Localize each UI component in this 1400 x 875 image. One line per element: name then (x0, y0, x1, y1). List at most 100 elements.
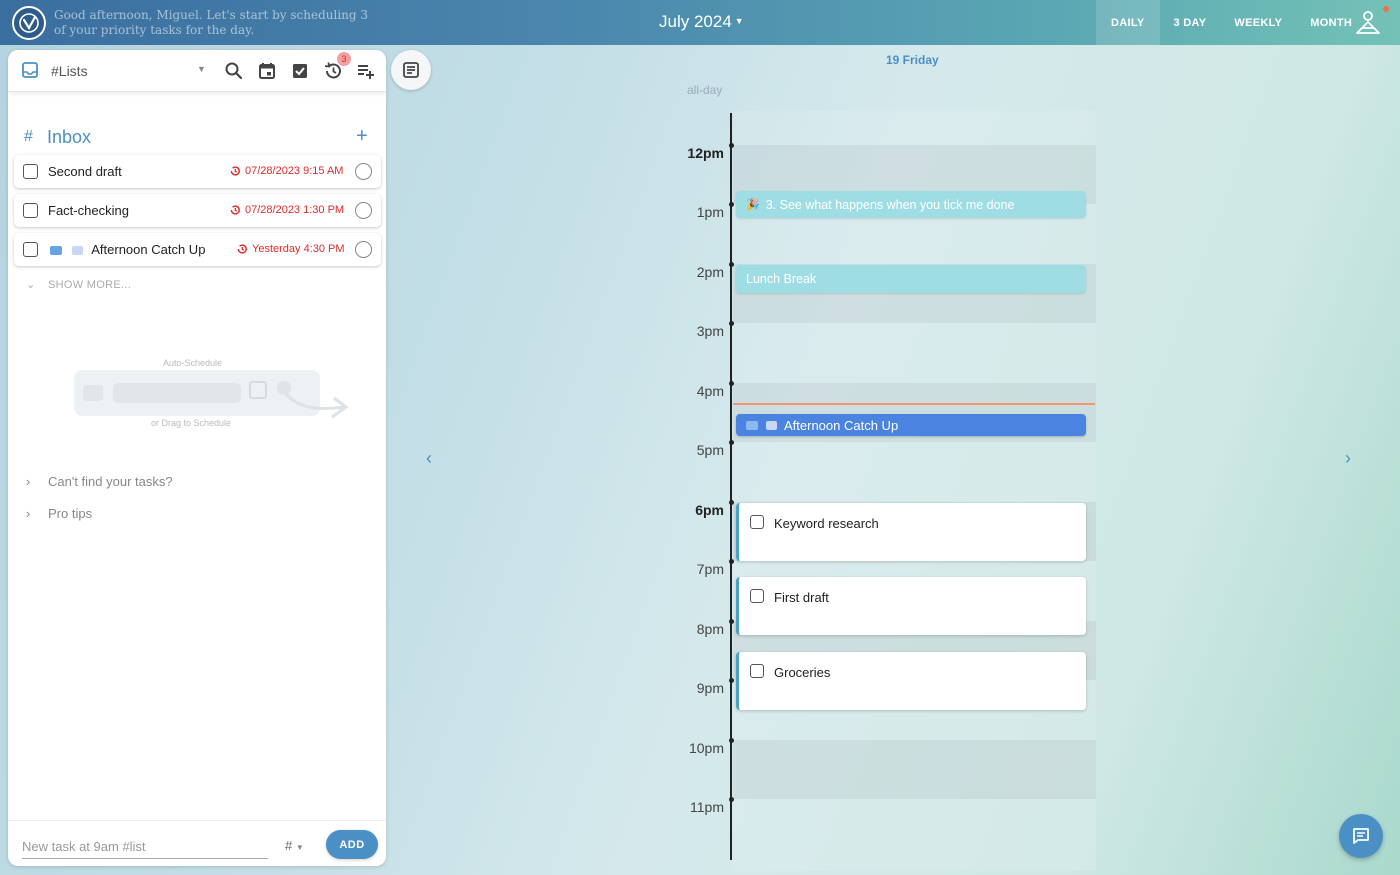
task-item[interactable]: Afternoon Catch Up Yesterday 4:30 PM (14, 233, 381, 266)
hour-label: 1pm (696, 204, 724, 220)
timeline-dot (729, 381, 734, 386)
previous-day-arrow[interactable]: ‹ (426, 448, 432, 469)
task-event[interactable]: First draft (736, 577, 1086, 635)
task-due-text: 07/28/2023 1:30 PM (245, 204, 345, 216)
hour-label: 5pm (696, 442, 724, 458)
chevron-down-icon[interactable] (355, 202, 372, 219)
task-item[interactable]: Fact-checking 07/28/2023 1:30 PM (14, 194, 381, 227)
event-title: 3. See what happens when you tick me don… (765, 197, 1015, 212)
task-item[interactable]: Second draft 07/28/2023 9:15 AM (14, 155, 381, 188)
chevron-down-icon[interactable] (355, 241, 372, 258)
help-label: Can't find your tasks? (48, 474, 173, 489)
chat-button[interactable] (1339, 814, 1383, 858)
profile-icon[interactable] (1354, 9, 1382, 37)
hour-label: 10pm (688, 740, 724, 756)
task-event-title: First draft (774, 590, 829, 605)
caret-down-icon: ▼ (295, 843, 304, 852)
party-emoji: 🎉 (746, 199, 760, 211)
hash-select-label: # (285, 838, 293, 853)
sidebar-toggle-button[interactable] (391, 50, 431, 90)
task-checkbox[interactable] (750, 515, 764, 529)
tab-daily[interactable]: DAILY (1096, 0, 1160, 45)
timeline-dot (729, 143, 734, 148)
timeline-dot (729, 321, 734, 326)
hour-label: 9pm (696, 680, 724, 696)
current-time-line (733, 403, 1095, 405)
chevron-down-icon[interactable] (355, 163, 372, 180)
show-more-link[interactable]: ⌄ SHOW MORE... (26, 278, 131, 291)
add-task-button[interactable]: + (356, 125, 368, 148)
search-icon[interactable] (224, 61, 244, 81)
timeline-dot (729, 738, 734, 743)
task-due: 07/28/2023 1:30 PM (229, 204, 344, 216)
month-title: July 2024 (659, 12, 732, 31)
task-event[interactable]: Keyword research (736, 503, 1086, 561)
task-title-row: Afternoon Catch Up (50, 242, 205, 257)
caret-down-icon[interactable]: ▼ (197, 64, 206, 74)
task-checkbox[interactable] (23, 164, 38, 179)
month-selector[interactable]: July 2024 ▼ (659, 12, 744, 32)
hour-label: 6pm (695, 502, 724, 518)
chevron-down-icon: ⌄ (26, 279, 36, 291)
help-cant-find-tasks[interactable]: › Can't find your tasks? (26, 474, 173, 489)
timeline-dot (729, 440, 734, 445)
checkbox-done-icon[interactable] (290, 61, 310, 81)
next-day-arrow[interactable]: › (1345, 448, 1351, 469)
add-button[interactable]: ADD (326, 830, 378, 859)
task-checkbox[interactable] (750, 589, 764, 603)
chevron-right-icon: › (26, 506, 31, 521)
hour-label: 12pm (687, 145, 724, 161)
event-title: Afternoon Catch Up (784, 417, 899, 433)
notification-dot (1383, 6, 1389, 12)
timeline-dot (729, 262, 734, 267)
new-task-input[interactable] (22, 835, 268, 859)
logo-icon (19, 13, 39, 33)
history-icon (230, 205, 240, 215)
inbox-icon[interactable] (22, 62, 38, 78)
task-checkbox[interactable] (23, 203, 38, 218)
task-checkbox[interactable] (750, 664, 764, 678)
help-pro-tips[interactable]: › Pro tips (26, 506, 92, 521)
calendar-icon[interactable] (257, 61, 277, 81)
tab-weekly[interactable]: WEEKLY (1220, 0, 1296, 45)
calendar-event[interactable]: Lunch Break (736, 265, 1086, 293)
task-due: Yesterday 4:30 PM (236, 243, 345, 255)
day-label[interactable]: 19 Friday (886, 53, 939, 67)
tab-3-day[interactable]: 3 DAY (1160, 0, 1221, 45)
list-selector[interactable]: #Lists (51, 63, 88, 79)
hour-label: 2pm (696, 264, 724, 280)
hour-label: 8pm (696, 621, 724, 637)
card-icon (50, 246, 62, 255)
hour-label: 11pm (690, 799, 724, 815)
task-event[interactable]: Groceries (736, 652, 1086, 710)
timeline-dot (729, 202, 734, 207)
chat-icon (1353, 828, 1369, 844)
chevron-right-icon: › (26, 474, 31, 489)
calendar-event[interactable]: 🎉 3. See what happens when you tick me d… (736, 191, 1086, 218)
show-more-label: SHOW MORE... (48, 279, 132, 291)
history-icon (237, 244, 247, 254)
app-logo[interactable] (12, 6, 46, 40)
calendar-event[interactable]: Afternoon Catch Up (736, 414, 1086, 436)
task-checkbox[interactable] (23, 242, 38, 257)
sidebar-toggle-icon (403, 62, 419, 78)
list-hash-select[interactable]: # ▼ (285, 838, 304, 853)
event-title: Lunch Break (746, 272, 817, 286)
help-label: Pro tips (48, 506, 93, 521)
timeline-dot (729, 559, 734, 564)
top-bar: Good afternoon, Miguel. Let's start by s… (0, 0, 1400, 45)
allday-label: all-day (687, 83, 723, 97)
add-list-icon[interactable] (356, 61, 376, 81)
task-title: Afternoon Catch Up (91, 242, 206, 257)
camera-icon (766, 420, 777, 430)
task-due-text: Yesterday 4:30 PM (252, 243, 345, 255)
hour-label: 3pm (696, 323, 724, 339)
history-icon (230, 166, 240, 176)
view-tabs: DAILY 3 DAY WEEKLY MONTH (1096, 0, 1366, 45)
timeline-dot (729, 678, 734, 683)
timeline-dot (729, 619, 734, 624)
timeline-dot (729, 797, 734, 802)
inbox-title[interactable]: Inbox (47, 127, 91, 148)
sidebar-toolbar: #Lists ▼ 3 (8, 50, 386, 92)
task-title: Second draft (48, 164, 122, 179)
